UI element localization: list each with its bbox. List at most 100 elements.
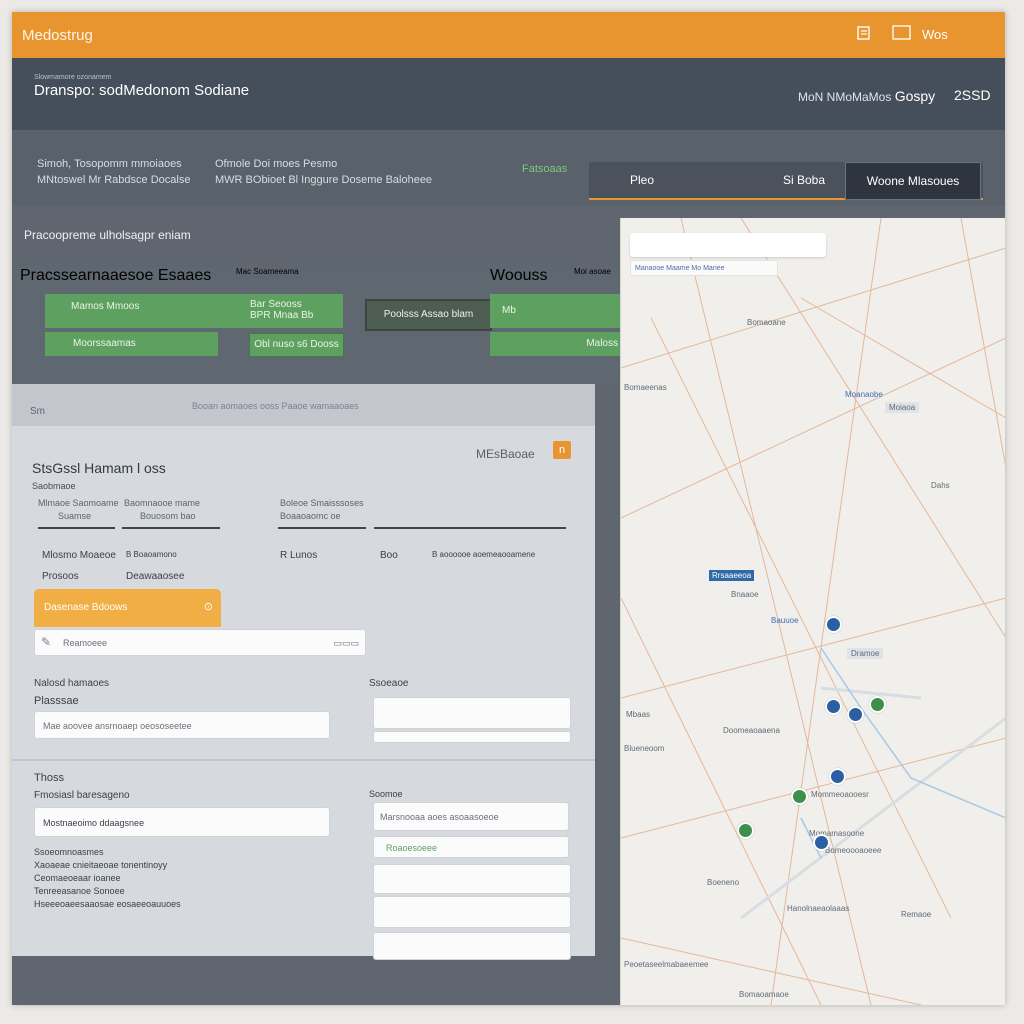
table-cell: Boo <box>380 550 398 561</box>
band-label-2: Mac Soameeama <box>236 267 299 276</box>
poolsss-button[interactable]: Poolsss Assao blam <box>365 299 492 331</box>
map-label: Boeneno <box>707 878 740 887</box>
app-brand: Medostrug <box>22 27 93 44</box>
map-label: Moanaobe <box>845 390 883 399</box>
subheader-col-1: Simoh, Tosopomm mmoiaoes MNtoswel Mr Rabd… <box>37 158 191 186</box>
map-search-input[interactable] <box>630 233 826 257</box>
map-roads <box>621 218 1005 1005</box>
map-filter-chip[interactable]: Manaooe Maame Mo Manee <box>630 260 778 276</box>
status-label: Fatsoaas <box>522 163 568 175</box>
map-pin[interactable] <box>791 788 808 805</box>
right-input-2[interactable] <box>373 731 571 743</box>
subheader-col-2: Ofmole Doi moes Pesmo MWR BObioet Bl Ingg… <box>215 158 433 186</box>
map-label: Dramoe <box>847 648 884 659</box>
header-meta: MoN NMoMaMos Gospy <box>798 88 936 104</box>
section-input[interactable]: Mostnaeoimo ddaagsnee <box>34 807 330 837</box>
field-label: Ssoeaoe <box>369 678 409 689</box>
map-label: Rrsaaeeoa <box>709 570 755 581</box>
map-label: Hanolnaeaolaaas <box>787 904 850 913</box>
list-item: Xaoaeae cnieitaeoae tonentinoyy <box>34 860 168 870</box>
tab-sibaba[interactable]: Si Boba <box>749 162 859 198</box>
list-item: Ssoeomnoasmes <box>34 847 104 857</box>
map-label: Doomeaoaaena <box>723 726 780 735</box>
right-input-1[interactable] <box>373 697 571 729</box>
map-label: Blueneoom <box>624 744 665 753</box>
list-item: Ceomaeoeaar ioanee <box>34 873 121 883</box>
tab-woone[interactable]: Woone Mlasoues <box>845 162 981 200</box>
card-heading: StsGssl Hamam l oss <box>32 460 166 476</box>
col-underline-2 <box>122 527 220 529</box>
window-icon[interactable] <box>892 25 912 45</box>
band-label-1: Pracssearnaaesoe Esaaes <box>20 267 212 284</box>
map-label: Dahs <box>931 481 950 490</box>
map-pin[interactable] <box>825 616 842 633</box>
map-pin[interactable] <box>829 768 846 785</box>
band-label-4: Moi asoae <box>574 267 611 276</box>
tab-bar: Pleo Si Boba Woone Mlasoues <box>589 162 983 200</box>
col-header-2: Baomnaooe mame Bouosom bao <box>124 498 201 521</box>
card-right-label: MEsBaoae <box>476 447 535 461</box>
col-header-3: Boleoe Smaisssoses Boaaoaomc oe <box>280 498 364 521</box>
mamos-button[interactable]: Mamos Mmoos Bar Seooss BPR Mnaa Bb <box>45 294 343 328</box>
page-header: Slowmamore ozonamem Dranspo: sodMedonom … <box>12 58 1005 130</box>
map-pin[interactable] <box>813 834 830 851</box>
card-header: Sm Booan aomaoes ooss Paaoe wamaaoaes <box>12 384 595 426</box>
top-bar: Medostrug Wos <box>12 12 1005 58</box>
band-label-3: Woouss <box>490 267 548 284</box>
map-label: Bomeoooaoeee <box>825 846 882 855</box>
right-input-7[interactable] <box>373 932 571 960</box>
map-label: Moiaoa <box>885 402 920 413</box>
topbar-label[interactable]: Wos <box>922 27 948 42</box>
card-divider <box>12 759 595 761</box>
map-pin[interactable] <box>847 706 864 723</box>
map-panel[interactable]: Manaooe Maame Mo Manee Bomaoane Bomaeena… <box>620 218 1005 1005</box>
card-head-right: Booan aomaoes ooss Paaoe wamaaoaes <box>192 401 359 411</box>
map-label: Mommeoaooesr <box>811 790 869 799</box>
right-input-6[interactable] <box>373 896 571 928</box>
map-pin[interactable] <box>869 696 886 713</box>
maloss-button[interactable]: Maloss <box>490 332 622 356</box>
section-title: Pracoopreme ulholsagpr eniam <box>24 228 191 242</box>
moorss-button[interactable]: Moorssaamas <box>45 332 218 356</box>
map-pin[interactable] <box>825 698 842 715</box>
section-sublabel: Fmosiasl baresageno <box>34 790 130 801</box>
card-badge[interactable]: n <box>553 441 571 459</box>
pen-icon: ✎ <box>41 635 52 649</box>
header-caption: Slowmamore ozonamem <box>34 74 112 81</box>
tab-pleo[interactable]: Pleo <box>597 162 687 198</box>
list-item: Hseeeoaeesaaosae eosaeeoauuoes <box>34 899 181 909</box>
map-label: Bomaoamaoe <box>739 990 789 999</box>
table-cell: Mlosmo Moaeoe <box>42 550 116 561</box>
right-input-5[interactable] <box>373 864 571 894</box>
field-label: Soomoe <box>369 789 403 799</box>
map-label: Bnaaoe <box>731 590 759 599</box>
app-window: Medostrug Wos Slowmamore ozonamem Dransp… <box>12 12 1005 1005</box>
name-input[interactable]: Mae aoovee ansrnoaep oeososeetee <box>34 711 330 739</box>
dasenase-button[interactable]: Dasenase Bdoows ⊙ <box>34 589 221 627</box>
table-cell: B Boaoamono <box>126 550 177 559</box>
col-underline-3 <box>278 527 366 529</box>
card-subheading: Saobmaoe <box>32 481 76 491</box>
section-label: Thoss <box>34 772 64 784</box>
right-input-3[interactable]: Marsnooaa aoes asoaasoeoe <box>373 802 569 831</box>
mb-button[interactable]: Mb <box>490 294 622 328</box>
col-underline-1 <box>38 527 115 529</box>
table-cell: Prosoos <box>42 571 79 582</box>
field-sublabel: Plasssae <box>34 695 79 707</box>
list-item: Tenreeasanoe Sonoee <box>34 886 125 896</box>
card-head-left: Sm <box>30 406 45 417</box>
map-label: Remaoe <box>901 910 932 919</box>
page-title: Dranspo: sodMedonom Sodiane <box>34 82 250 99</box>
table-cell: R Lunos <box>280 550 318 561</box>
clock-icon: ⊙ <box>203 601 213 613</box>
header-number: 2SSD <box>954 87 991 103</box>
col-underline-4 <box>374 527 566 529</box>
map-pin[interactable] <box>737 822 754 839</box>
notes-icon[interactable] <box>857 25 871 45</box>
table-cell: B aoooooe aoemeaooamene <box>432 550 536 559</box>
table-cell: Deawaaosee <box>126 571 185 582</box>
reamoe-input[interactable]: ✎ Reamoeee ▭▭▭ <box>34 629 366 656</box>
right-input-4[interactable]: Roaoesoeee <box>373 836 569 858</box>
dooss-button[interactable]: Obl nuso s6 Dooss <box>249 333 344 357</box>
map-label: Bomaeenas <box>624 383 667 392</box>
